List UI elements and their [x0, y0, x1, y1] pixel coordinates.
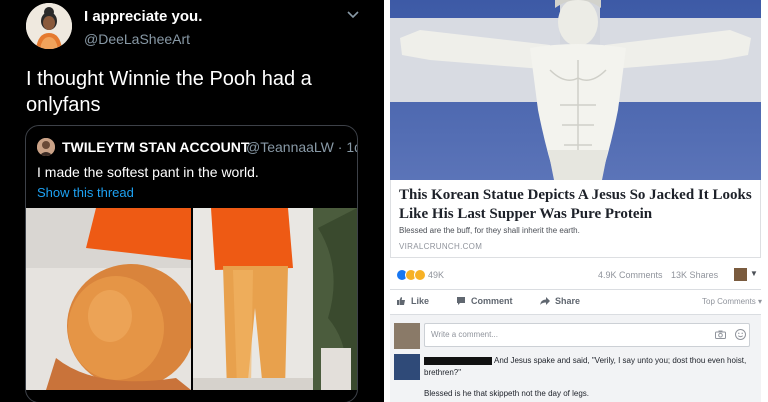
- like-label: Like: [411, 296, 430, 306]
- comment-text: And Jesus spake and said, "Verily, I say…: [424, 356, 747, 377]
- quoted-tweet-text: I made the softest pant in the world.: [37, 164, 259, 180]
- facebook-post-panel: This Korean Statue Depicts A Jesus So Ja…: [384, 0, 768, 402]
- like-button[interactable]: Like: [396, 296, 429, 306]
- share-icon: [540, 297, 550, 305]
- author-avatar[interactable]: [26, 3, 72, 49]
- emoji-icon[interactable]: [735, 329, 746, 340]
- reactions-bar: 49K 4.9K Comments 13K Shares ▼: [390, 268, 761, 288]
- top-comments-dropdown[interactable]: Top Comments ▾: [702, 297, 762, 306]
- article-headline[interactable]: This Korean Statue Depicts A Jesus So Ja…: [399, 186, 754, 224]
- share-label: Share: [555, 296, 581, 306]
- comments-section: Write a comment... And Jesus spake and s…: [390, 315, 761, 402]
- wow-reaction-icon[interactable]: [414, 269, 426, 281]
- engagement-counts: 4.9K Comments 13K Shares: [598, 270, 724, 280]
- quoted-author-name: TWILEYTM STAN ACCOUNT: [62, 139, 250, 155]
- chevron-down-icon[interactable]: [346, 10, 360, 20]
- camera-icon[interactable]: [715, 330, 726, 339]
- quoted-photo-2[interactable]: [193, 208, 357, 390]
- comment-input[interactable]: Write a comment...: [424, 323, 750, 347]
- author-name[interactable]: I appreciate you.: [84, 8, 202, 25]
- share-button[interactable]: Share: [540, 296, 580, 306]
- page-avatar[interactable]: [734, 268, 747, 281]
- statue-photo[interactable]: [390, 0, 761, 180]
- comment-label: Comment: [471, 296, 513, 306]
- comment-placeholder: Write a comment...: [431, 330, 498, 339]
- thumbs-up-icon: [397, 297, 405, 305]
- tweet-text: I thought Winnie the Pooh had a onlyfans: [26, 68, 312, 116]
- show-thread-link[interactable]: Show this thread: [37, 185, 134, 200]
- quoted-author-handle: @TeannaaLW · 1d: [246, 139, 358, 155]
- shares-count[interactable]: 13K Shares: [671, 270, 718, 280]
- commenter-avatar[interactable]: [394, 354, 420, 380]
- article-domain: VIRALCRUNCH.COM: [399, 242, 483, 251]
- comments-count[interactable]: 4.9K Comments: [598, 270, 663, 280]
- comment-icon: [457, 297, 465, 305]
- quoted-author-avatar: [37, 138, 55, 156]
- reaction-count[interactable]: 49K: [428, 270, 444, 280]
- divider: [390, 289, 761, 290]
- comment-button[interactable]: Comment: [456, 296, 513, 306]
- author-handle[interactable]: @DeeLaSheeArt: [84, 31, 190, 47]
- quoted-photo-1[interactable]: [26, 208, 191, 390]
- post-actions: Like Comment Share Top Comments ▾: [390, 293, 762, 313]
- link-preview-card[interactable]: This Korean Statue Depicts A Jesus So Ja…: [390, 180, 761, 258]
- caret-down-icon[interactable]: ▼: [750, 269, 758, 278]
- article-description: Blessed are the buff, for they shall inh…: [399, 226, 580, 235]
- quoted-tweet[interactable]: TWILEYTM STAN ACCOUNT @TeannaaLW · 1d I …: [25, 125, 358, 402]
- current-user-avatar: [394, 323, 420, 349]
- tweet-panel: I appreciate you. @DeeLaSheeArt I though…: [0, 0, 384, 402]
- reply-text: Blessed is he that skippeth not the day …: [424, 389, 589, 398]
